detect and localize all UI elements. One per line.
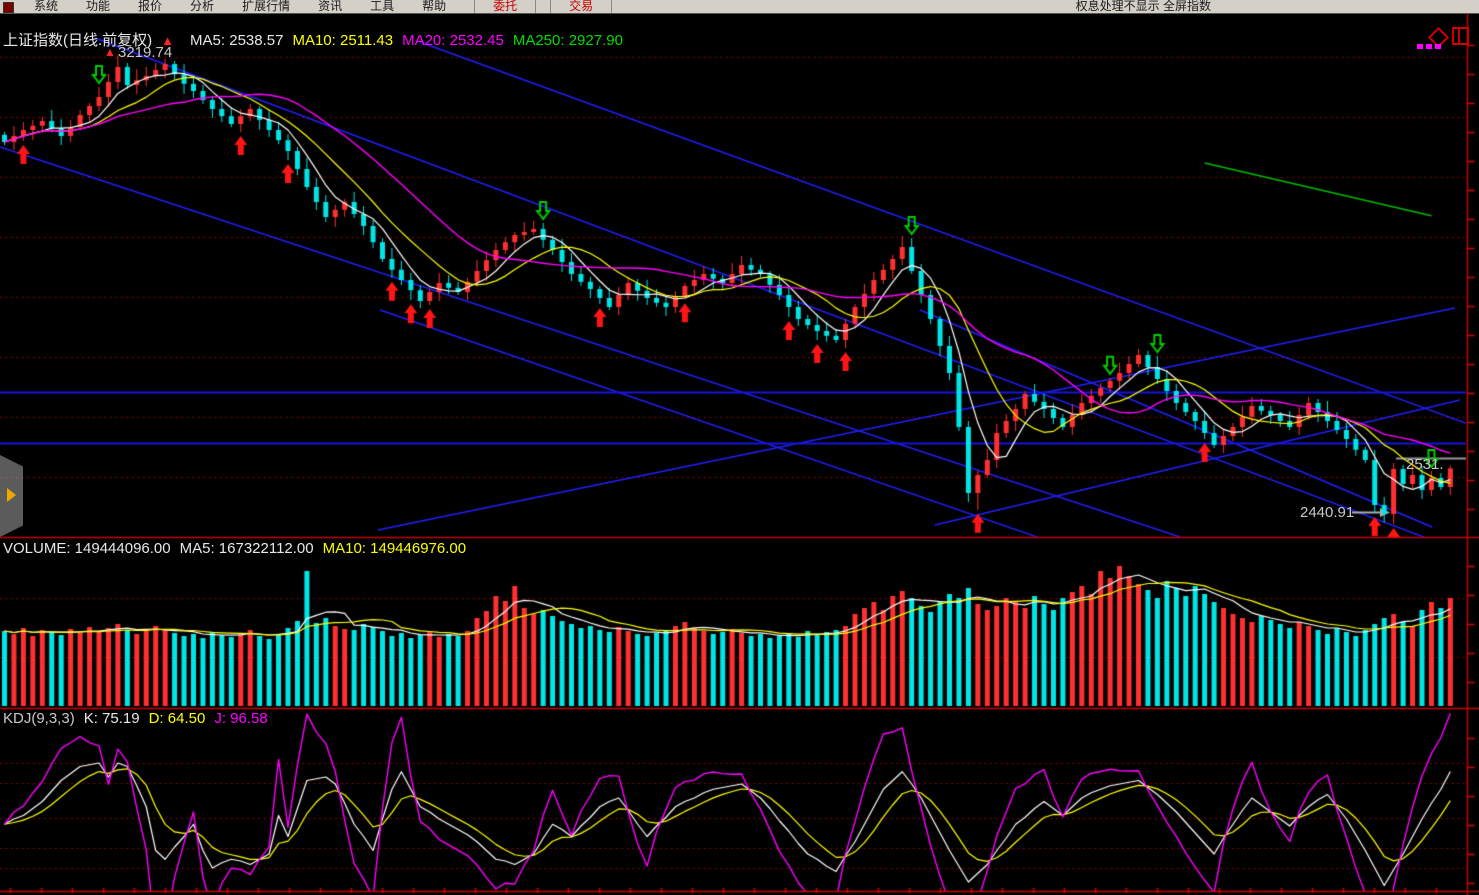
menu-bar: 系统 功能 报价 分析 扩展行情 资讯 工具 帮助 委托 交易 权息处理不显示 … — [0, 0, 1479, 14]
ma5-label: MA5: 2538.57 — [190, 32, 283, 49]
trading-terminal-window: 系统 功能 报价 分析 扩展行情 资讯 工具 帮助 委托 交易 权息处理不显示 … — [0, 0, 1479, 895]
menu-item-function[interactable]: 功能 — [72, 0, 124, 14]
split-window-icon[interactable] — [1452, 27, 1469, 45]
ma20-label: MA20: 2532.45 — [402, 32, 504, 49]
current-price-annotation: 2531. — [1406, 456, 1444, 473]
expand-arrow-icon — [7, 488, 16, 502]
kdj-legend: KDJ(9,3,3) K: 75.19 D: 64.50 J: 96.58 — [3, 710, 277, 727]
vol-ma10-label: MA10: 149446976.00 — [323, 540, 466, 557]
kdj-j-label: J: 96.58 — [214, 710, 267, 727]
menu-item-analysis[interactable]: 分析 — [176, 0, 228, 14]
more-dots-icon — [1417, 44, 1441, 49]
menu-item-order[interactable]: 委托 — [474, 0, 536, 14]
menu-item-system[interactable]: 系统 — [20, 0, 72, 14]
menu-item-extended[interactable]: 扩展行情 — [228, 0, 304, 14]
menu-item-quotes[interactable]: 报价 — [124, 0, 176, 14]
vol-ma5-label: MA5: 167322112.00 — [180, 540, 314, 557]
low-price-annotation: 2440.91 — [1300, 504, 1354, 521]
kdj-d-label: D: 64.50 — [149, 710, 206, 727]
peak-price-annotation: 3219.74 — [118, 44, 172, 61]
volume-label: VOLUME: 149444096.00 — [3, 540, 171, 557]
kdj-param-label: KDJ(9,3,3) — [3, 710, 75, 727]
chart-canvas[interactable] — [0, 0, 1479, 895]
menu-item-trade[interactable]: 交易 — [550, 0, 612, 14]
volume-legend: VOLUME: 149444096.00 MA5: 167322112.00 MA1… — [3, 540, 475, 557]
ma10-label: MA10: 2511.43 — [292, 32, 393, 49]
menu-right-status: 权息处理不显示 全屏指数 — [1076, 0, 1211, 14]
main-chart-legend: 上证指数(日线.前复权)▲MA5: 2538.57MA10: 2511.43MA… — [3, 29, 632, 50]
ma250-label: MA250: 2927.90 — [513, 32, 623, 49]
peak-marker-icon: ▲ — [104, 45, 116, 59]
kdj-k-label: K: 75.19 — [84, 710, 140, 727]
sidebar-expand-tab[interactable] — [0, 455, 23, 537]
app-icon — [3, 2, 14, 13]
menu-item-news[interactable]: 资讯 — [304, 0, 356, 14]
menu-item-tools[interactable]: 工具 — [356, 0, 408, 14]
menu-item-help[interactable]: 帮助 — [408, 0, 460, 14]
